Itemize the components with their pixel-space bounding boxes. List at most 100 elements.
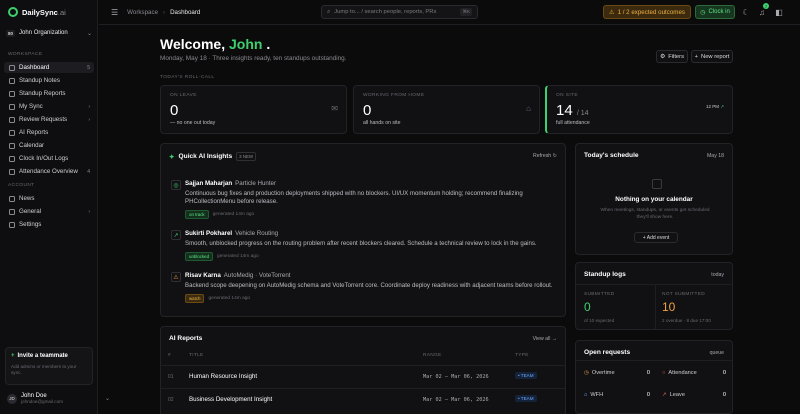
sidebar-item-label: Calendar: [19, 142, 45, 149]
request-leave[interactable]: ↗ Leave 0: [662, 392, 726, 398]
new-report-button[interactable]: + New report: [691, 50, 733, 63]
plus-icon: +: [11, 353, 15, 359]
overtime-icon: ◷: [584, 370, 589, 376]
add-event-button[interactable]: + Add event: [634, 232, 678, 243]
clock-icon: ◷: [700, 9, 706, 16]
sparkline: 12 PM ↗: [706, 104, 724, 110]
refresh-button[interactable]: Refresh ↻: [533, 153, 557, 159]
column-header-num: #: [168, 353, 171, 358]
sidebar-item-general[interactable]: General ›: [4, 206, 94, 217]
view-all-link[interactable]: View all →: [533, 336, 557, 342]
stat-label: ON LEAVE: [170, 93, 197, 98]
row-num: 01: [168, 374, 174, 380]
sidebar-item-calendar[interactable]: Calendar: [4, 140, 94, 151]
stat-value: 0: [170, 102, 179, 119]
insight-project: AutoMedig · VoteTorrent: [223, 272, 291, 279]
stat-value: 0: [363, 102, 372, 119]
plus-icon: +: [694, 53, 699, 60]
attendance-icon: [9, 168, 15, 175]
request-overtime[interactable]: ◷ Overtime 0: [584, 370, 650, 376]
sidebar-item-label: Attendance Overview: [19, 168, 78, 175]
warning-icon: ⚠: [609, 8, 615, 16]
org-switcher[interactable]: 80 John Organization ⌄: [6, 27, 92, 39]
table-row[interactable]: 02 Business Development Insight Mar 02 —…: [160, 388, 566, 410]
standup-logs-panel: Standup logs today SUBMITTED 0 of 10 exp…: [575, 262, 733, 330]
chevron-right-icon: ›: [88, 103, 90, 110]
row-title: Business Development Insight: [189, 396, 273, 403]
request-wfh[interactable]: ⌂ WFH 0: [584, 392, 650, 398]
sidebar-item-settings[interactable]: Settings: [4, 219, 94, 230]
leave-icon: ↗: [662, 392, 667, 398]
expected-outcomes-button[interactable]: ⚠ 1 / 2 expected outcomes: [603, 5, 691, 19]
report-icon: [9, 90, 15, 97]
filters-label: Filters: [668, 53, 684, 60]
standup-logs-title: Standup logs: [584, 271, 626, 278]
open-requests-title: Open requests: [584, 349, 631, 356]
clock-in-button[interactable]: ◷ Clock in: [695, 5, 735, 19]
sidebar-item-label: News: [19, 195, 35, 202]
sidebar-item-standup-reports[interactable]: Standup Reports: [4, 88, 94, 99]
sidebar-item-ai-reports[interactable]: AI Reports: [4, 127, 94, 138]
user-menu[interactable]: JD John Doe johndoe@gmail.com ⌄: [7, 393, 110, 404]
schedule-panel: Today's schedule May 18 Nothing on your …: [575, 143, 733, 255]
target-icon: ◎: [171, 180, 181, 190]
empty-description: When meetings, standups, or events get s…: [600, 208, 710, 220]
insights-new-tag: 3 NEW: [236, 152, 257, 161]
sidebar-toggle-icon[interactable]: ☰: [111, 8, 118, 17]
request-count: 0: [722, 392, 726, 398]
stat-note: full attendance: [556, 120, 590, 126]
invite-title: Invite a teammate: [17, 353, 68, 359]
general-icon: [9, 208, 15, 215]
sidebar-item-label: Standup Notes: [19, 77, 60, 84]
sidebar-item-count: 4: [87, 168, 90, 175]
home-icon: ⌂: [526, 104, 531, 113]
sidebar-item-clock-logs[interactable]: Clock In/Out Logs: [4, 153, 94, 164]
sparkle-icon: ✦: [169, 153, 175, 161]
ai-reports-title: AI Reports: [169, 335, 203, 342]
avatar: JD: [7, 393, 17, 404]
news-icon: [9, 195, 15, 202]
chevron-down-icon: ⌄: [86, 30, 92, 37]
filter-icon: ⚙: [660, 53, 666, 60]
stat-value-suffix: / 14: [576, 110, 589, 117]
sidebar-item-news[interactable]: News: [4, 193, 94, 204]
stat-note: all hands on site: [363, 120, 401, 126]
insight-time: generated 14m ago: [217, 254, 259, 259]
search-input[interactable]: ⌕ Jump to... / search people, reports, P…: [321, 5, 478, 19]
sidebar-item-label: AI Reports: [19, 129, 49, 136]
request-label: Overtime: [591, 370, 615, 376]
submitted-note: of 10 expected: [584, 318, 615, 323]
request-label: Leave: [669, 392, 685, 398]
welcome-name: John: [229, 36, 263, 52]
sidebar-item-my-sync[interactable]: My Sync ›: [4, 101, 94, 112]
sidebar-item-review-requests[interactable]: Review Requests ›: [4, 114, 94, 125]
insight-time: generated 14m ago: [208, 296, 251, 301]
column-header-type[interactable]: TYPE: [515, 353, 529, 358]
expected-outcomes-label: 1 / 2 expected outcomes: [617, 8, 685, 16]
invite-description: Add admins or members to your sync.: [11, 364, 77, 375]
gear-icon: [9, 221, 15, 228]
column-header-range[interactable]: RANGE: [423, 353, 442, 358]
column-header-title[interactable]: TITLE: [189, 353, 204, 358]
sidebar-item-count: 5: [87, 64, 90, 71]
insight-text: Continuous bug fixes and production depl…: [185, 190, 523, 206]
request-count: 0: [722, 370, 726, 376]
request-attendance[interactable]: ○ Attendance 0: [662, 370, 726, 376]
invite-card[interactable]: + Invite a teammate Add admins or members…: [5, 347, 93, 385]
panel-icon[interactable]: ◧: [773, 6, 785, 18]
not-submitted-value: 10: [662, 300, 676, 314]
section-label-account: ACCOUNT: [8, 183, 35, 188]
leave-icon: ✉: [331, 104, 338, 113]
moon-icon[interactable]: ☾: [740, 6, 752, 18]
topbar: ☰ Workspace › Dashboard ⌕ Jump to... / s…: [99, 0, 800, 25]
brand-logo[interactable]: DailySync .ai: [8, 7, 66, 17]
brand-ring-icon: [8, 7, 18, 17]
chevron-right-icon: ›: [88, 116, 90, 123]
sidebar-item-label: Dashboard: [19, 64, 50, 71]
sidebar-item-attendance-overview[interactable]: Attendance Overview 4: [4, 166, 94, 177]
breadcrumb-workspace[interactable]: Workspace: [127, 9, 158, 16]
sidebar-item-dashboard[interactable]: Dashboard 5: [4, 62, 94, 73]
table-row[interactable]: 01 Human Resource Insight Mar 02 — Mar 0…: [160, 365, 566, 387]
sidebar-item-standup-notes[interactable]: Standup Notes: [4, 75, 94, 86]
filters-button[interactable]: ⚙ Filters: [656, 50, 688, 63]
